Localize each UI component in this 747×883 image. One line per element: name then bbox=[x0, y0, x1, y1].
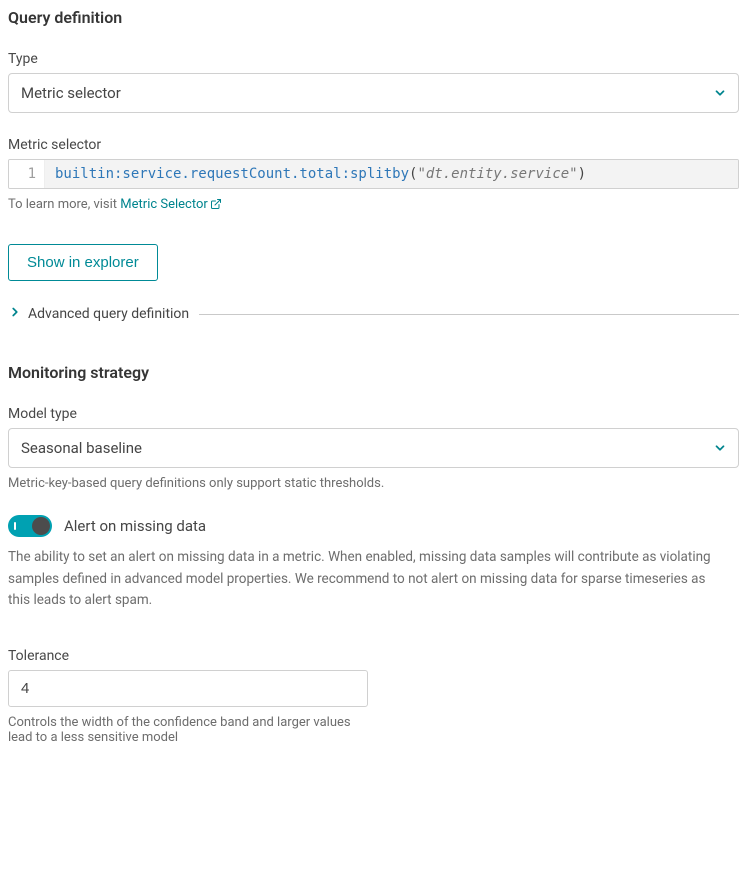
alert-missing-data-label: Alert on missing data bbox=[64, 517, 206, 535]
tolerance-input[interactable] bbox=[8, 670, 368, 707]
divider bbox=[199, 314, 739, 315]
toggle-knob bbox=[32, 517, 50, 535]
type-select[interactable]: Metric selector bbox=[8, 73, 739, 113]
model-type-select[interactable]: Seasonal baseline bbox=[8, 428, 739, 468]
metric-selector-label: Metric selector bbox=[8, 137, 739, 153]
monitoring-strategy-heading: Monitoring strategy bbox=[8, 363, 739, 382]
alert-missing-data-description: The ability to set an alert on missing d… bbox=[8, 547, 728, 612]
type-select-value: Metric selector bbox=[21, 84, 121, 102]
selector-help: To learn more, visit Metric Selector bbox=[8, 197, 739, 214]
code-close-paren: ) bbox=[578, 166, 586, 182]
code-selector: builtin:service.requestCount.total:split… bbox=[55, 166, 409, 182]
model-type-label: Model type bbox=[8, 406, 739, 422]
type-label: Type bbox=[8, 51, 739, 67]
external-link-icon bbox=[210, 199, 222, 214]
chevron-right-icon bbox=[8, 305, 22, 323]
metric-selector-editor[interactable]: 1 builtin:service.requestCount.total:spl… bbox=[8, 159, 739, 189]
tolerance-label: Tolerance bbox=[8, 648, 739, 664]
toggle-on-indicator bbox=[14, 522, 16, 530]
advanced-query-label: Advanced query definition bbox=[28, 306, 189, 322]
query-definition-heading: Query definition bbox=[8, 8, 739, 27]
alert-missing-data-toggle[interactable] bbox=[8, 515, 52, 537]
model-type-value: Seasonal baseline bbox=[21, 439, 142, 457]
help-prefix: To learn more, visit bbox=[8, 197, 120, 212]
tolerance-help: Controls the width of the confidence ban… bbox=[8, 715, 368, 745]
editor-gutter: 1 bbox=[9, 160, 45, 188]
advanced-query-toggle[interactable]: Advanced query definition bbox=[8, 305, 189, 323]
code-arg: "dt.entity.service" bbox=[417, 166, 577, 182]
editor-line[interactable]: builtin:service.requestCount.total:split… bbox=[45, 160, 738, 188]
show-in-explorer-button[interactable]: Show in explorer bbox=[8, 244, 158, 281]
metric-selector-link[interactable]: Metric Selector bbox=[120, 197, 222, 212]
model-type-note: Metric-key-based query definitions only … bbox=[8, 476, 739, 491]
